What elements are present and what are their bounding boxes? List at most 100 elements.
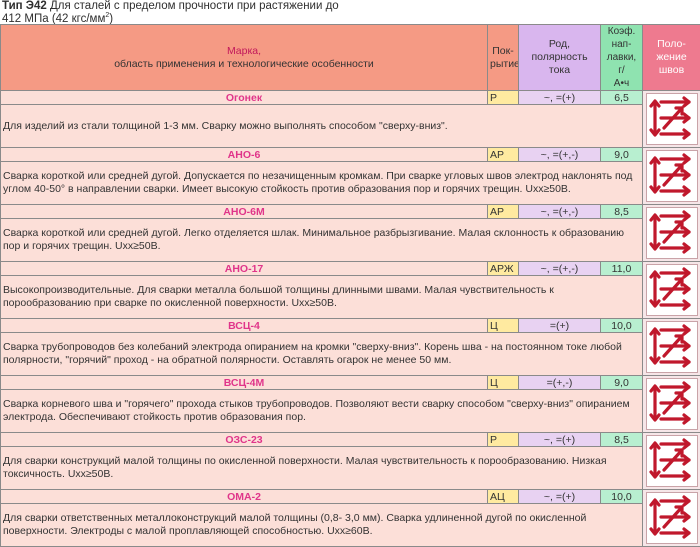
electrode-description: Сварка короткой или средней дугой. Легко… <box>1 219 643 262</box>
electrode-coefficient: 8,5 <box>601 205 643 219</box>
table-row: ОЗС-23Р~, =(+)8,5 <box>1 433 700 447</box>
coef-header-1: Коэф. <box>603 25 640 38</box>
electrode-coefficient: 9,0 <box>601 376 643 390</box>
table-header-row: Марка, область применения и технологичес… <box>1 25 700 91</box>
header-line-2: 412 МПа (42 кгс/мм2) <box>2 12 113 25</box>
electrode-description: Для сварки ответственных металлоконструк… <box>1 504 643 547</box>
electrode-coating: АР <box>488 148 519 162</box>
electrode-polarity: ~, =(+) <box>519 490 601 504</box>
polarity-header-1: Род, полярность <box>521 38 598 64</box>
table-row-description: Сварка корневого шва и "горячего" проход… <box>1 390 700 433</box>
electrode-description: Для изделий из стали толщиной 1-3 мм. Св… <box>1 105 643 148</box>
weld-position-cell <box>643 148 700 205</box>
header-text-1: Для сталей с пределом прочности при раст… <box>50 0 339 12</box>
electrode-coating: Р <box>488 433 519 447</box>
electrode-name: Огонек <box>1 91 488 105</box>
weld-position-cell <box>643 490 700 547</box>
electrode-name: ОМА-2 <box>1 490 488 504</box>
table-row-description: Для сварки конструкций малой толщины по … <box>1 447 700 490</box>
mark-header-sublabel: область применения и технологические осо… <box>3 58 485 71</box>
electrode-polarity: ~, =(+) <box>519 433 601 447</box>
table-row-description: Сварка короткой или средней дугой. Допус… <box>1 162 700 205</box>
electrode-polarity: =(+,-) <box>519 376 601 390</box>
electrode-polarity: ~, =(+,-) <box>519 148 601 162</box>
coef-header-2: нап- <box>603 38 640 51</box>
weld-positions-box <box>646 321 698 373</box>
weld-position-cell <box>643 376 700 433</box>
table-row-description: Для сварки ответственных металлоконструк… <box>1 504 700 547</box>
electrode-coefficient: 9,0 <box>601 148 643 162</box>
electrode-description: Сварка корневого шва и "горячего" проход… <box>1 390 643 433</box>
electrode-coating: АРЖ <box>488 262 519 276</box>
electrode-coefficient: 10,0 <box>601 319 643 333</box>
table-row: ОгонекР~, =(+)6,5 <box>1 91 700 105</box>
table-body: ОгонекР~, =(+)6,5Для изделий из стали то… <box>1 91 700 547</box>
electrode-polarity: ~, =(+,-) <box>519 205 601 219</box>
table-row: АНО-6АР~, =(+,-)9,0 <box>1 148 700 162</box>
electrode-table: Марка, область применения и технологичес… <box>0 24 700 547</box>
electrode-name: АНО-6 <box>1 148 488 162</box>
column-header-mark: Марка, область применения и технологичес… <box>1 25 488 91</box>
weld-position-cell <box>643 262 700 319</box>
weld-position-cell <box>643 319 700 376</box>
column-header-polarity: Род, полярность тока <box>519 25 601 91</box>
electrode-name: ВСЦ-4 <box>1 319 488 333</box>
table-row: ВСЦ-4Ц=(+)10,0 <box>1 319 700 333</box>
weld-positions-icon <box>648 151 696 199</box>
weld-positions-box <box>646 378 698 430</box>
electrode-polarity: ~, =(+) <box>519 91 601 105</box>
table-row: АНО-17АРЖ~, =(+,-)11,0 <box>1 262 700 276</box>
polarity-header-2: тока <box>521 64 598 77</box>
mark-header-label: Марка, <box>3 45 485 58</box>
electrode-name: АНО-6М <box>1 205 488 219</box>
position-header-2: жение швов <box>645 51 698 77</box>
table-row-description: Сварка короткой или средней дугой. Легко… <box>1 219 700 262</box>
weld-positions-box <box>646 264 698 316</box>
weld-positions-box <box>646 150 698 202</box>
electrode-description: Сварка трубопроводов без колебаний элект… <box>1 333 643 376</box>
electrode-description: Высокопроизводительные. Для сварки метал… <box>1 276 643 319</box>
table-row-description: Сварка трубопроводов без колебаний элект… <box>1 333 700 376</box>
column-header-coating: Пок- рытие <box>488 25 519 91</box>
coating-header-2: рытие <box>490 58 516 71</box>
table-row-description: Высокопроизводительные. Для сварки метал… <box>1 276 700 319</box>
coating-header-1: Пок- <box>490 45 516 58</box>
weld-position-cell <box>643 205 700 262</box>
electrode-name: ОЗС-23 <box>1 433 488 447</box>
coef-header-3: лавки, г/ <box>603 51 640 77</box>
weld-positions-icon <box>648 379 696 427</box>
weld-positions-box <box>646 492 698 544</box>
electrode-polarity: ~, =(+,-) <box>519 262 601 276</box>
weld-positions-box <box>646 93 698 145</box>
electrode-coefficient: 10,0 <box>601 490 643 504</box>
electrode-type: Тип Э42 <box>2 0 47 12</box>
electrode-coating: Ц <box>488 376 519 390</box>
electrode-coefficient: 6,5 <box>601 91 643 105</box>
electrode-polarity: =(+) <box>519 319 601 333</box>
page-header: Тип Э42 Для сталей с пределом прочности … <box>0 0 700 20</box>
electrode-coefficient: 8,5 <box>601 433 643 447</box>
weld-positions-icon <box>648 208 696 256</box>
weld-positions-icon <box>648 436 696 484</box>
coef-header-4: А•ч <box>603 77 640 90</box>
electrode-description: Для сварки конструкций малой толщины по … <box>1 447 643 490</box>
electrode-coefficient: 11,0 <box>601 262 643 276</box>
table-row: ВСЦ-4МЦ=(+,-)9,0 <box>1 376 700 390</box>
electrode-coating: АЦ <box>488 490 519 504</box>
column-header-coefficient: Коэф. нап- лавки, г/ А•ч <box>601 25 643 91</box>
weld-position-cell <box>643 433 700 490</box>
electrode-coating: Ц <box>488 319 519 333</box>
table-row: ОМА-2АЦ~, =(+)10,0 <box>1 490 700 504</box>
weld-positions-box <box>646 207 698 259</box>
electrode-coating: АР <box>488 205 519 219</box>
electrode-name: АНО-17 <box>1 262 488 276</box>
header-line-1: Тип Э42 Для сталей с пределом прочности … <box>2 0 339 12</box>
weld-position-cell <box>643 91 700 148</box>
column-header-position: Поло- жение швов <box>643 25 700 91</box>
weld-positions-box <box>646 435 698 487</box>
electrode-name: ВСЦ-4М <box>1 376 488 390</box>
weld-positions-icon <box>648 322 696 370</box>
position-header-1: Поло- <box>645 38 698 51</box>
table-row-description: Для изделий из стали толщиной 1-3 мм. Св… <box>1 105 700 148</box>
electrode-description: Сварка короткой или средней дугой. Допус… <box>1 162 643 205</box>
